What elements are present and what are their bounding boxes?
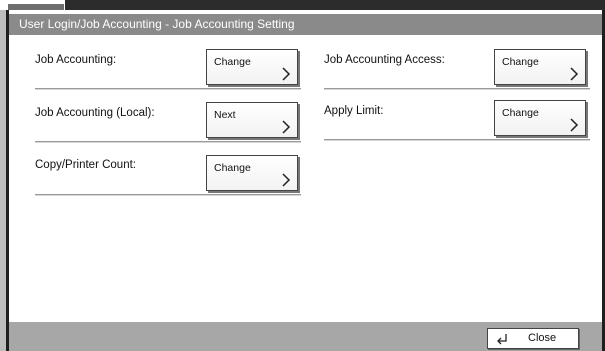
apply-limit-label: Apply Limit:: [324, 105, 384, 117]
row-divider: [35, 141, 301, 143]
row-divider: [35, 194, 301, 196]
top-strip: [0, 0, 605, 10]
apply-limit-change-button[interactable]: Change: [494, 100, 586, 136]
top-dark-strip: [65, 0, 605, 10]
job-accounting-access-change-button[interactable]: Change: [494, 49, 586, 85]
job-accounting-access-label: Job Accounting Access:: [324, 54, 445, 66]
top-tab: [8, 4, 64, 10]
job-accounting-local-next-button[interactable]: Next: [206, 102, 298, 138]
chevron-right-icon: [282, 67, 291, 81]
chevron-right-icon: [570, 118, 579, 132]
copy-printer-count-change-button[interactable]: Change: [206, 155, 298, 191]
settings-panel: Job Accounting: Change Job Accounting Ac…: [9, 35, 602, 322]
chevron-right-icon: [282, 120, 291, 134]
left-border: [0, 10, 9, 351]
footer-bar: Close: [9, 322, 602, 351]
close-button[interactable]: Close: [487, 328, 579, 349]
return-arrow-icon: [497, 334, 507, 345]
row-divider: [35, 88, 301, 90]
job-accounting-change-button[interactable]: Change: [206, 49, 298, 85]
job-accounting-label: Job Accounting:: [35, 54, 117, 66]
row-divider: [324, 88, 590, 90]
copy-printer-count-label: Copy/Printer Count:: [35, 159, 136, 171]
chevron-right-icon: [282, 173, 291, 187]
row-divider: [324, 139, 590, 141]
chevron-right-icon: [570, 67, 579, 81]
page-title: User Login/Job Accounting - Job Accounti…: [9, 14, 602, 35]
close-label: Close: [528, 332, 557, 344]
job-accounting-local-label: Job Accounting (Local):: [35, 107, 155, 119]
screen-frame: User Login/Job Accounting - Job Accounti…: [0, 0, 605, 351]
